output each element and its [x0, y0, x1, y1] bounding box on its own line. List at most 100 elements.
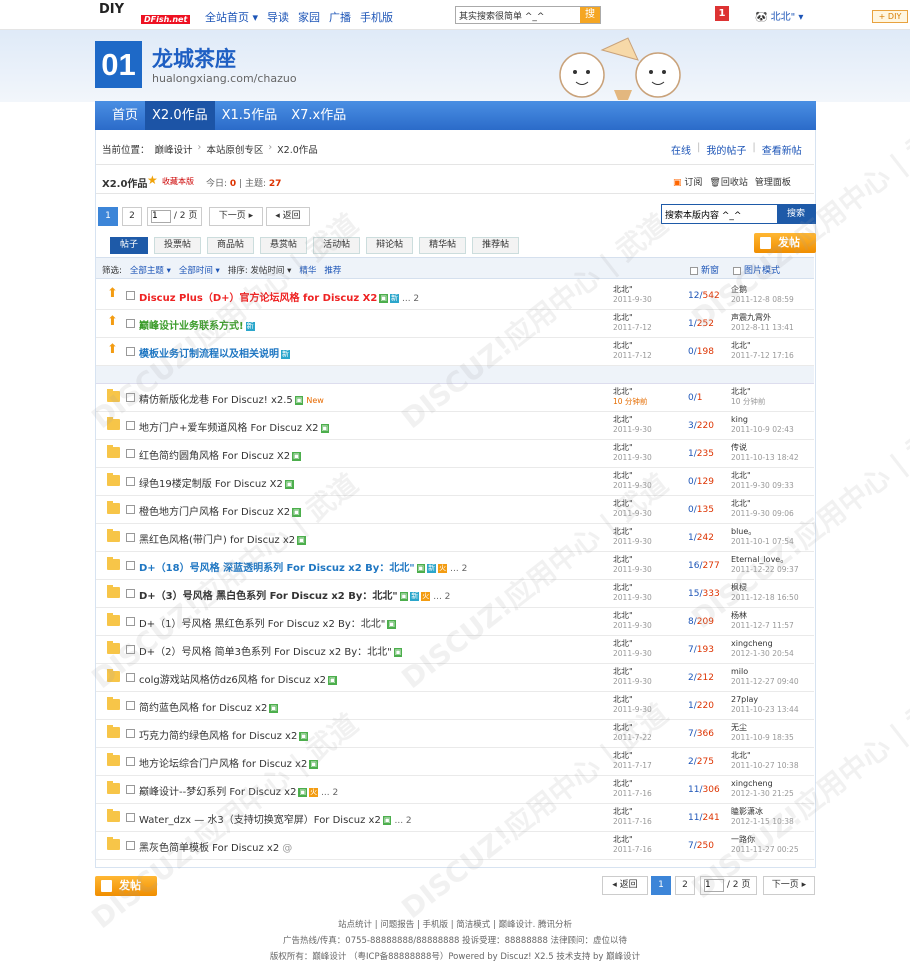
thread-title-link[interactable]: D+（1）号风格 黑红色系列 For Discuz x2 By：北北" — [139, 619, 385, 630]
thread-row[interactable]: ⬆ 模板业务订制流程以及相关说明新北北" 2011-7-12 0/198 北北" 2011… — [96, 338, 814, 366]
main-nav-x15[interactable]: X1.5作品 — [215, 101, 285, 130]
author-name[interactable]: 北北" — [613, 555, 633, 564]
thread-row[interactable]: Water_dzx — 水3（支持切换宽窄屏）For Discuz x2 ▣...… — [96, 804, 814, 832]
thread-row[interactable]: 橙色地方门户风格 For Discuz X2 ▣ 北北" 2011-9-30 0/135… — [96, 496, 814, 524]
new-post-button[interactable]: 发帖 — [754, 233, 816, 253]
last-poster[interactable]: king — [731, 415, 748, 424]
thread-row[interactable]: 绿色19楼定制版 For Discuz X2 ▣ 北北" 2011-9-30 0/129… — [96, 468, 814, 496]
last-post-time[interactable]: 2011-10-27 10:38 — [731, 761, 799, 771]
author-name[interactable]: 北北" — [613, 695, 633, 704]
top-search-button[interactable]: 搜 — [580, 7, 600, 23]
last-poster[interactable]: 无尘 — [731, 723, 747, 732]
checkbox[interactable] — [733, 266, 742, 275]
thread-checkbox[interactable] — [126, 393, 135, 402]
last-post-time[interactable]: 2011-10-23 13:44 — [731, 705, 799, 715]
last-poster[interactable]: 北北" — [731, 499, 751, 508]
user-menu[interactable]: 🐼 北北" ▾ — [755, 8, 803, 23]
thread-checkbox[interactable] — [126, 785, 135, 794]
last-poster[interactable]: 北北" — [731, 387, 751, 396]
admin-panel-link[interactable]: 管理面板 — [755, 175, 791, 188]
last-poster[interactable]: Eternal_love。 — [731, 555, 788, 564]
thread-row[interactable]: 红色简约圆角风格 For Discuz X2 ▣ 北北" 2011-9-30 1/235… — [96, 440, 814, 468]
last-post-time[interactable]: 2011-12-7 11:57 — [731, 621, 794, 631]
tab-digest[interactable]: 精华帖 — [419, 237, 467, 254]
last-post-time[interactable]: 2012-1-30 21:25 — [731, 789, 794, 799]
last-post-time[interactable]: 2012-1-30 20:54 — [731, 649, 794, 659]
last-poster[interactable]: 一路你 — [731, 835, 755, 844]
last-poster[interactable]: 枫棂 — [731, 583, 747, 592]
thread-row[interactable]: D+（18）号风格 深蓝透明系列 For Discuz x2 By：北北" ▣ 新火… — [96, 552, 814, 580]
author-name[interactable]: 北北" — [613, 779, 633, 788]
breadcrumb-site[interactable]: 巅峰设计 — [155, 142, 193, 156]
thread-pages[interactable]: ... 2 — [433, 592, 450, 602]
thread-row[interactable]: 黑红色风格(带门户) for Discuz x2 ▣ 北北" 2011-9-30 1/2… — [96, 524, 814, 552]
author-name[interactable]: 北北" — [613, 443, 633, 452]
top-nav-home-space[interactable]: 家园 — [298, 9, 320, 25]
thread-row[interactable]: D+（3）号风格 黑白色系列 For Discuz x2 By：北北" ▣ 新火..… — [96, 580, 814, 608]
last-post-time[interactable]: 2011-12-18 16:50 — [731, 593, 799, 603]
forum-search-input[interactable] — [662, 205, 778, 223]
author-name[interactable]: 北北" — [613, 611, 633, 620]
last-post-time[interactable]: 2012-8-11 13:41 — [731, 323, 794, 333]
tab-activities[interactable]: 活动帖 — [313, 237, 361, 254]
thread-checkbox[interactable] — [126, 319, 135, 328]
main-nav-x2[interactable]: X2.0作品 — [145, 101, 215, 130]
filter-all-time[interactable]: 全部时间 ▾ — [179, 264, 220, 276]
author-name[interactable]: 北北" — [613, 387, 633, 396]
breadcrumb-current[interactable]: X2.0作品 — [277, 142, 318, 156]
thread-title-link[interactable]: 简约蓝色风格 for Discuz x2 — [139, 703, 267, 714]
tab-posts[interactable]: 帖子 — [110, 237, 149, 254]
tab-debates[interactable]: 辩论帖 — [366, 237, 414, 254]
last-post-time[interactable]: 2012-1-15 10:38 — [731, 817, 794, 827]
main-nav-home[interactable]: 首页 — [105, 101, 145, 130]
forum-search-button[interactable]: 搜索 — [777, 205, 815, 223]
thread-row[interactable]: D+（1）号风格 黑红色系列 For Discuz x2 By：北北" ▣ 北北" 2… — [96, 608, 814, 636]
author-name[interactable]: 北北" — [613, 313, 633, 322]
thread-checkbox[interactable] — [126, 701, 135, 710]
author-name[interactable]: 北北" — [613, 415, 633, 424]
thread-title-link[interactable]: Discuz Plus（D+）官方论坛风格 for Discuz X2 — [139, 293, 377, 304]
back-button-bottom[interactable]: ◂ 返回 — [602, 876, 648, 895]
thread-title-link[interactable]: 巅峰设计业务联系方式! — [139, 321, 244, 332]
author-name[interactable]: 北北" — [613, 583, 633, 592]
next-page-button[interactable]: 下一页 ▸ — [209, 207, 263, 226]
breadcrumb-section[interactable]: 本站原创专区 — [206, 142, 263, 156]
thread-checkbox[interactable] — [126, 505, 135, 514]
last-poster[interactable]: 声震九霄外 — [731, 313, 771, 322]
page-2-button-bottom[interactable]: 2 — [675, 876, 695, 895]
filter-sort[interactable]: 排序: 发帖时间 ▾ — [228, 264, 292, 276]
thread-title-link[interactable]: 地方论坛综合门户风格 for Discuz x2 — [139, 759, 307, 770]
thread-title-link[interactable]: colg游戏站风格仿dz6风格 for Discuz x2 — [139, 675, 326, 686]
thread-checkbox[interactable] — [126, 421, 135, 430]
last-poster[interactable]: milo — [731, 667, 748, 676]
filter-all-topics[interactable]: 全部主题 ▾ — [130, 264, 171, 276]
thread-title-link[interactable]: 巅峰设计--梦幻系列 For Discuz x2 — [139, 787, 296, 798]
thread-title-link[interactable]: D+（3）号风格 黑白色系列 For Discuz x2 By：北北" — [139, 591, 398, 602]
page-1-button[interactable]: 1 — [98, 207, 118, 226]
author-name[interactable]: 北北" — [613, 751, 633, 760]
thread-checkbox[interactable] — [126, 589, 135, 598]
last-post-time[interactable]: 2011-11-27 00:25 — [731, 845, 799, 855]
tab-polls[interactable]: 投票帖 — [154, 237, 202, 254]
last-poster[interactable]: 传说 — [731, 443, 747, 452]
recycle-link[interactable]: 🗑回收站 — [709, 175, 747, 188]
thread-row[interactable]: D+（2）号风格 简单3色系列 For Discuz x2 By：北北" ▣ 北北"… — [96, 636, 814, 664]
page-jump-input[interactable] — [151, 209, 171, 223]
top-nav-home[interactable]: 全站首页 ▾ — [205, 9, 258, 25]
new-window-toggle[interactable]: 新窗 — [690, 263, 719, 276]
last-poster[interactable]: 27play — [731, 695, 758, 704]
author-name[interactable]: 北北" — [613, 667, 633, 676]
new-post-button-bottom[interactable]: 发帖 — [95, 876, 157, 896]
last-post-time[interactable]: 2011-12-8 08:59 — [731, 295, 794, 305]
author-name[interactable]: 北北" — [613, 341, 633, 350]
thread-checkbox[interactable] — [126, 477, 135, 486]
thread-pages[interactable]: ... 2 — [450, 564, 467, 574]
thread-row[interactable]: ⬆ Discuz Plus（D+）官方论坛风格 for Discuz X2 ▣ 新..… — [96, 282, 814, 310]
footer-links[interactable]: 站点统计 | 问题报告 | 手机版 | 简洁模式 | 巅峰设计. 腾讯分析 — [0, 918, 910, 930]
thread-pages[interactable]: ... 2 — [402, 294, 419, 304]
thread-pages[interactable]: ... 2 — [321, 788, 338, 798]
checkbox[interactable] — [690, 266, 698, 275]
last-post-time[interactable]: 2011-10-9 02:43 — [731, 425, 794, 435]
notification-badge[interactable]: 1 — [715, 6, 729, 21]
thread-checkbox[interactable] — [126, 757, 135, 766]
